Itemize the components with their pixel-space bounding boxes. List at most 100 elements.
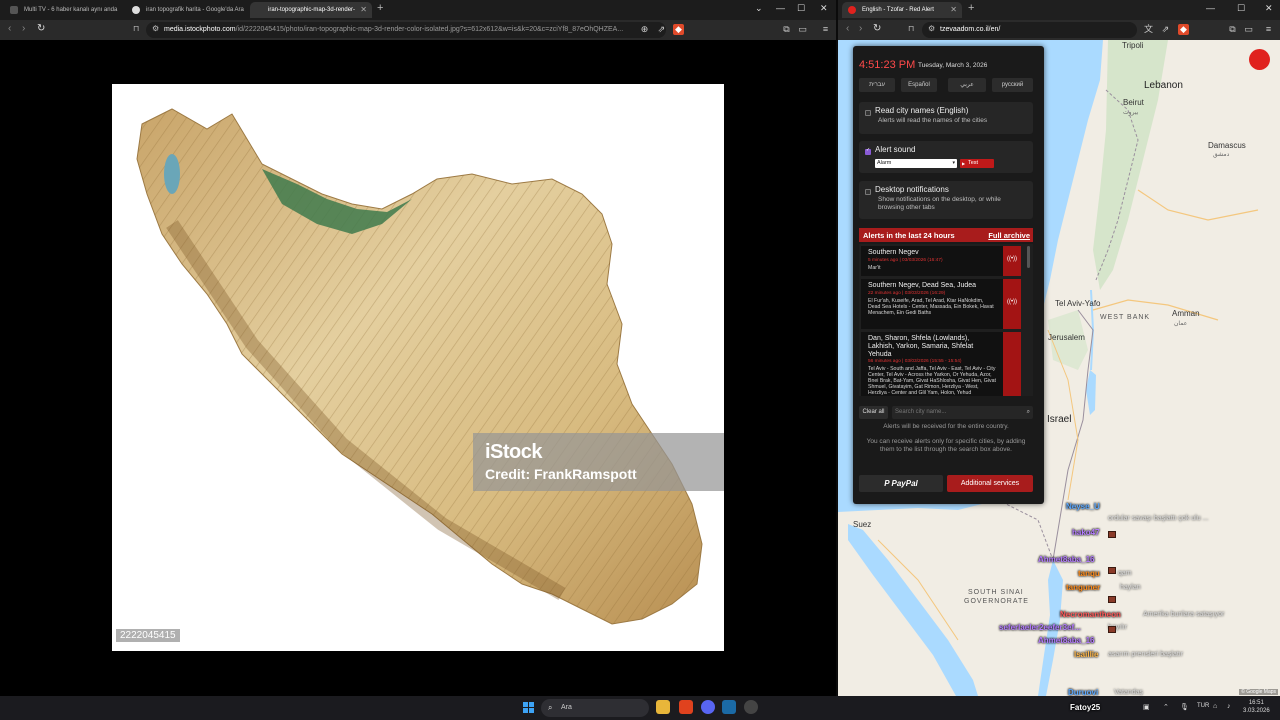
alert-sound-checkbox[interactable] xyxy=(865,147,871,155)
alert-area: Dan, Sharon, Shfela (Lowlands), Lakhish,… xyxy=(868,335,974,358)
brave-browser-icon[interactable] xyxy=(679,700,693,714)
map-label-damascus-ar: دمشق xyxy=(1213,152,1230,158)
map-label-south-sinai: SOUTH SINAI xyxy=(968,589,1024,596)
minimize-icon[interactable]: — xyxy=(776,3,785,13)
chat-user: Ahmet8aba_16 xyxy=(1038,636,1095,645)
desktop-notifications-option[interactable]: Desktop notifications Show notifications… xyxy=(859,181,1033,219)
address-bar[interactable]: media.istockphoto.com/id/2222045415/phot… xyxy=(146,22,666,38)
lang-arabic-button[interactable]: عربي xyxy=(948,78,986,92)
alert-item[interactable]: Dan, Sharon, Shfela (Lowlands), Lakhish,… xyxy=(861,332,1021,396)
alert-item[interactable]: Southern Negev, Dead Sea, Judea 22 minut… xyxy=(861,279,1021,329)
address-bar[interactable]: tzevaadom.co.il/en/ xyxy=(922,22,1137,38)
menu-icon[interactable]: ≡ xyxy=(820,24,831,35)
alerts-scrollbar[interactable] xyxy=(1027,246,1030,268)
tab-label: Multi TV - 6 haber kanalı aynı anda xyxy=(24,7,118,13)
chat-badge-icon xyxy=(1108,626,1116,633)
tray-clock[interactable]: 16:51 3.03.2026 xyxy=(1243,699,1270,715)
microphone-icon[interactable]: 🎙 xyxy=(1180,703,1189,711)
url-path: /id/2222045415/photo/iran-topographic-ma… xyxy=(235,26,624,33)
map-label-beirut-ar: بيروت xyxy=(1123,110,1139,116)
chat-message: qam xyxy=(1118,570,1132,577)
lang-spanish-button[interactable]: Español xyxy=(901,78,937,92)
tab-istock-active[interactable]: iran-topographic-map-3d-render- ✕ xyxy=(250,2,372,18)
forward-icon[interactable]: › xyxy=(859,23,862,34)
chat-user: Ahmet8aba_16 xyxy=(1038,555,1095,564)
tray-app-icon[interactable]: ▣ xyxy=(1143,703,1150,711)
chevron-down-icon: ▾ xyxy=(952,160,955,166)
site-info-icon[interactable]: ⚙ xyxy=(928,24,935,33)
maximize-icon[interactable]: ☐ xyxy=(1237,3,1245,14)
image-id-badge: 2222045415 xyxy=(116,629,180,642)
maximize-icon[interactable]: ☐ xyxy=(797,3,805,14)
minimize-icon[interactable]: — xyxy=(1206,3,1215,13)
additional-services-button[interactable]: Additional services xyxy=(947,475,1033,492)
sidebar-icon[interactable]: ▭ xyxy=(797,24,808,35)
back-icon[interactable]: ‹ xyxy=(846,23,849,34)
chevron-up-icon[interactable]: ⌃ xyxy=(1163,703,1169,711)
tab-label: iran-topographic-map-3d-render- xyxy=(268,7,356,13)
alert-cities: El Fur'ah, Kuseife, Arad, Tel Arad, Ktar… xyxy=(868,298,994,316)
windows-start-icon[interactable] xyxy=(523,702,535,714)
tzofar-logo-icon[interactable] xyxy=(1249,49,1270,70)
tab-list-icon[interactable]: ⌄ xyxy=(755,3,763,14)
forward-icon[interactable]: › xyxy=(22,23,25,34)
read-city-names-checkbox[interactable] xyxy=(865,110,871,116)
site-info-icon[interactable]: ⚙ xyxy=(152,24,159,33)
menu-icon[interactable]: ≡ xyxy=(1263,24,1274,35)
istock-watermark: iStock Credit: FrankRamspott xyxy=(473,433,724,491)
map-label-suez: Suez xyxy=(853,520,872,529)
read-city-names-option[interactable]: Read city names (English) Alerts will re… xyxy=(859,102,1033,134)
map-label-amman: Amman xyxy=(1172,309,1200,318)
steam-icon[interactable] xyxy=(722,700,736,714)
desktop-notifications-checkbox[interactable] xyxy=(865,189,871,195)
alert-sound-option[interactable]: Alert sound Alarm ▾ Test xyxy=(859,141,1033,173)
paypal-label: PayPal xyxy=(891,479,918,488)
close-window-icon[interactable]: ✕ xyxy=(1265,3,1273,14)
paypal-button[interactable]: P PayPal xyxy=(859,475,943,492)
back-icon[interactable]: ‹ xyxy=(8,23,11,34)
file-explorer-icon[interactable] xyxy=(656,700,670,714)
tab-multi-tv[interactable]: Multi TV - 6 haber kanalı aynı anda xyxy=(4,2,120,18)
sidebar-icon[interactable]: ▭ xyxy=(1243,24,1254,35)
close-window-icon[interactable]: ✕ xyxy=(820,3,828,14)
alerts-list[interactable]: Southern Negev 5 minutes ago | 03/03/202… xyxy=(859,244,1033,396)
close-tab-icon[interactable]: ✕ xyxy=(950,2,957,18)
new-tab-icon[interactable]: + xyxy=(377,2,383,14)
translate-icon[interactable]: 文 xyxy=(1143,24,1154,35)
lang-hebrew-button[interactable]: עברית xyxy=(859,78,895,92)
chat-message: haylan xyxy=(1120,584,1141,591)
share-icon[interactable]: ⇗ xyxy=(656,24,667,35)
network-icon[interactable]: ⌂ xyxy=(1213,703,1217,710)
city-search-input[interactable]: Search city name... ⌕ xyxy=(892,406,1033,419)
obs-icon[interactable] xyxy=(744,700,758,714)
alert-sound-select[interactable]: Alarm ▾ xyxy=(875,159,957,168)
tab-tzofar[interactable]: English - Tzofar - Red Alert ✕ xyxy=(842,2,962,18)
input-language[interactable]: TUR xyxy=(1197,703,1209,709)
reload-icon[interactable]: ↻ xyxy=(873,23,881,34)
brave-shield-icon[interactable]: ◆ xyxy=(1178,24,1189,35)
brave-shield-icon[interactable]: ◆ xyxy=(673,24,684,35)
test-sound-button[interactable]: Test xyxy=(960,159,994,168)
full-archive-link[interactable]: Full archive xyxy=(988,231,1030,240)
volume-icon[interactable]: ♪ xyxy=(1227,703,1231,710)
discord-icon[interactable] xyxy=(701,700,715,714)
left-browser-window: Multi TV - 6 haber kanalı aynı anda iran… xyxy=(0,0,836,696)
bookmark-icon[interactable]: ⊓ xyxy=(133,24,139,33)
zoom-icon[interactable]: ⊕ xyxy=(639,24,650,35)
map-label-amman-ar: عمان xyxy=(1174,321,1188,327)
reload-icon[interactable]: ↻ xyxy=(37,23,45,34)
lang-russian-button[interactable]: русский xyxy=(992,78,1033,92)
share-icon[interactable]: ⇗ xyxy=(1160,24,1171,35)
extensions-icon[interactable]: ⧉ xyxy=(1227,24,1238,35)
clear-all-button[interactable]: Clear all xyxy=(859,406,888,419)
map-label-tel-aviv: Tel Aviv-Yafo xyxy=(1055,299,1101,308)
alert-item[interactable]: Southern Negev 5 minutes ago | 03/03/202… xyxy=(861,246,1021,276)
taskbar-search[interactable]: ⌕ Ara xyxy=(541,699,649,717)
tab-google-search[interactable]: iran topografik harita - Google'da Ara xyxy=(126,2,246,18)
new-tab-icon[interactable]: + xyxy=(968,2,974,14)
clock: 4:51:23 PM xyxy=(859,59,916,71)
close-tab-icon[interactable]: ✕ xyxy=(360,2,367,18)
alert-siren-icon: ((•)) xyxy=(1003,246,1021,276)
bookmark-icon[interactable]: ⊓ xyxy=(908,24,914,33)
extensions-icon[interactable]: ⧉ xyxy=(781,24,792,35)
